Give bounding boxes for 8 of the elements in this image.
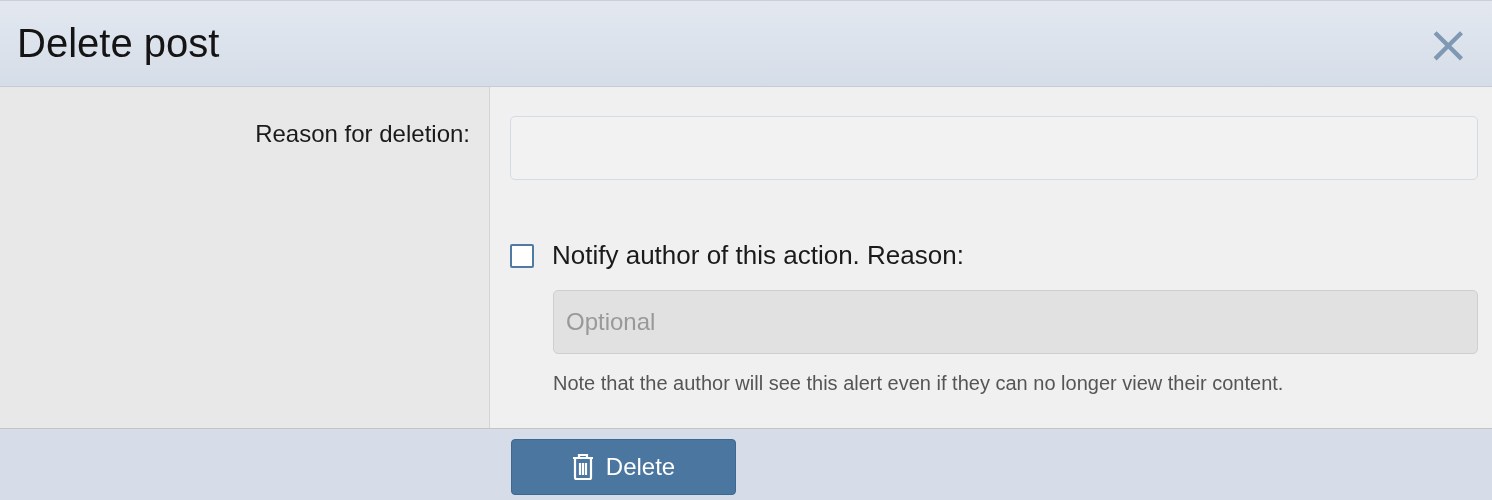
delete-button[interactable]: Delete <box>511 439 736 495</box>
help-text: Note that the author will see this alert even if they can no longer view their content. <box>553 372 1285 395</box>
trash-icon <box>571 453 594 481</box>
reason-field[interactable] <box>510 116 1478 180</box>
checkbox[interactable] <box>510 243 534 268</box>
dialog-title: Delete post <box>17 21 220 66</box>
field-label: Reason for deletion: <box>255 119 470 149</box>
checkbox-label[interactable]: Notify author of this action. Reason: <box>552 240 964 271</box>
